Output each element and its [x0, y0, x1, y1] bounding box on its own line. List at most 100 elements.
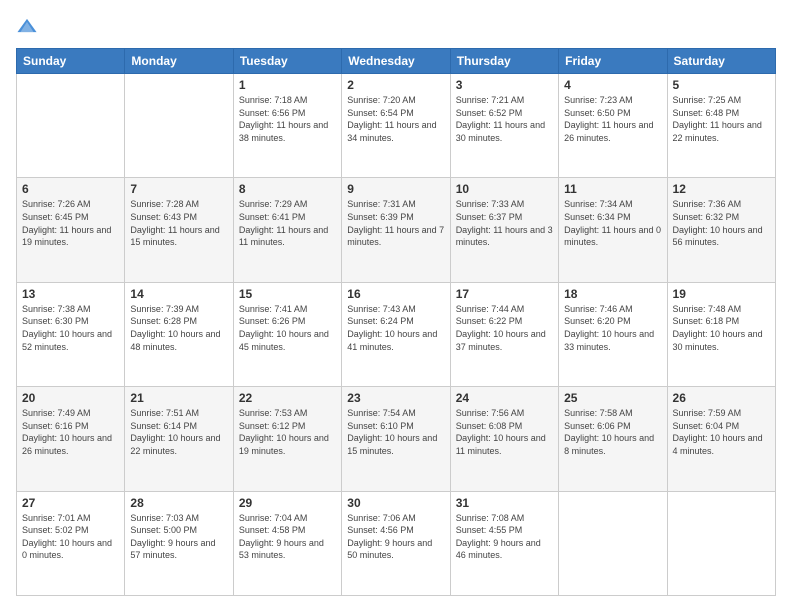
day-info: Sunrise: 7:33 AMSunset: 6:37 PMDaylight:…	[456, 198, 553, 248]
day-info: Sunrise: 7:44 AMSunset: 6:22 PMDaylight:…	[456, 303, 553, 353]
calendar-cell	[667, 491, 775, 595]
day-info: Sunrise: 7:43 AMSunset: 6:24 PMDaylight:…	[347, 303, 444, 353]
day-number: 31	[456, 496, 553, 510]
day-info: Sunrise: 7:51 AMSunset: 6:14 PMDaylight:…	[130, 407, 227, 457]
day-number: 10	[456, 182, 553, 196]
day-info: Sunrise: 7:04 AMSunset: 4:58 PMDaylight:…	[239, 512, 336, 562]
day-info: Sunrise: 7:53 AMSunset: 6:12 PMDaylight:…	[239, 407, 336, 457]
day-number: 17	[456, 287, 553, 301]
day-number: 29	[239, 496, 336, 510]
calendar-cell: 13Sunrise: 7:38 AMSunset: 6:30 PMDayligh…	[17, 282, 125, 386]
calendar-table: SundayMondayTuesdayWednesdayThursdayFrid…	[16, 48, 776, 596]
day-info: Sunrise: 7:48 AMSunset: 6:18 PMDaylight:…	[673, 303, 770, 353]
day-number: 22	[239, 391, 336, 405]
day-number: 11	[564, 182, 661, 196]
calendar-cell: 22 Sunrise: 7:53 AMSunset: 6:12 PMDayligh…	[233, 387, 341, 491]
calendar-header-wednesday: Wednesday	[342, 49, 450, 74]
day-number: 2	[347, 78, 444, 92]
day-info: Sunrise: 7:20 AMSunset: 6:54 PMDaylight:…	[347, 94, 444, 144]
day-info: Sunrise: 7:28 AMSunset: 6:43 PMDaylight:…	[130, 198, 227, 248]
calendar-header-row: SundayMondayTuesdayWednesdayThursdayFrid…	[17, 49, 776, 74]
calendar-cell: 28 Sunrise: 7:03 AMSunset: 5:00 PMDayligh…	[125, 491, 233, 595]
day-number: 4	[564, 78, 661, 92]
day-number: 15	[239, 287, 336, 301]
day-info: Sunrise: 7:08 AMSunset: 4:55 PMDaylight:…	[456, 512, 553, 562]
day-info: Sunrise: 7:34 AMSunset: 6:34 PMDaylight:…	[564, 198, 661, 248]
calendar-week-row: 6 Sunrise: 7:26 AMSunset: 6:45 PMDaylight…	[17, 178, 776, 282]
calendar-cell: 24 Sunrise: 7:56 AMSunset: 6:08 PMDayligh…	[450, 387, 558, 491]
day-number: 24	[456, 391, 553, 405]
calendar-header-friday: Friday	[559, 49, 667, 74]
calendar-week-row: 1Sunrise: 7:18 AMSunset: 6:56 PMDaylight…	[17, 74, 776, 178]
day-info: Sunrise: 7:31 AMSunset: 6:39 PMDaylight:…	[347, 198, 444, 248]
day-info: Sunrise: 7:06 AMSunset: 4:56 PMDaylight:…	[347, 512, 444, 562]
day-info: Sunrise: 7:36 AMSunset: 6:32 PMDaylight:…	[673, 198, 770, 248]
calendar-cell: 18Sunrise: 7:46 AMSunset: 6:20 PMDayligh…	[559, 282, 667, 386]
calendar-cell: 4 Sunrise: 7:23 AMSunset: 6:50 PMDaylight…	[559, 74, 667, 178]
calendar-cell: 3Sunrise: 7:21 AMSunset: 6:52 PMDaylight…	[450, 74, 558, 178]
calendar-cell: 15 Sunrise: 7:41 AMSunset: 6:26 PMDayligh…	[233, 282, 341, 386]
day-info: Sunrise: 7:41 AMSunset: 6:26 PMDaylight:…	[239, 303, 336, 353]
day-number: 7	[130, 182, 227, 196]
calendar-header-saturday: Saturday	[667, 49, 775, 74]
calendar-cell: 29 Sunrise: 7:04 AMSunset: 4:58 PMDayligh…	[233, 491, 341, 595]
day-info: Sunrise: 7:59 AMSunset: 6:04 PMDaylight:…	[673, 407, 770, 457]
day-info: Sunrise: 7:18 AMSunset: 6:56 PMDaylight:…	[239, 94, 336, 144]
day-info: Sunrise: 7:01 AMSunset: 5:02 PMDaylight:…	[22, 512, 119, 562]
day-number: 3	[456, 78, 553, 92]
logo-icon	[16, 16, 38, 38]
day-info: Sunrise: 7:23 AMSunset: 6:50 PMDaylight:…	[564, 94, 661, 144]
calendar-cell: 25 Sunrise: 7:58 AMSunset: 6:06 PMDayligh…	[559, 387, 667, 491]
day-info: Sunrise: 7:29 AMSunset: 6:41 PMDaylight:…	[239, 198, 336, 248]
day-number: 20	[22, 391, 119, 405]
calendar-cell: 16 Sunrise: 7:43 AMSunset: 6:24 PMDayligh…	[342, 282, 450, 386]
calendar-week-row: 20Sunrise: 7:49 AMSunset: 6:16 PMDayligh…	[17, 387, 776, 491]
header	[16, 16, 776, 38]
calendar-header-sunday: Sunday	[17, 49, 125, 74]
page: SundayMondayTuesdayWednesdayThursdayFrid…	[0, 0, 792, 612]
day-number: 18	[564, 287, 661, 301]
day-number: 6	[22, 182, 119, 196]
calendar-cell: 26 Sunrise: 7:59 AMSunset: 6:04 PMDayligh…	[667, 387, 775, 491]
day-number: 5	[673, 78, 770, 92]
day-number: 19	[673, 287, 770, 301]
day-number: 16	[347, 287, 444, 301]
day-number: 30	[347, 496, 444, 510]
calendar-cell	[17, 74, 125, 178]
calendar-cell: 9Sunrise: 7:31 AMSunset: 6:39 PMDaylight…	[342, 178, 450, 282]
day-number: 26	[673, 391, 770, 405]
day-number: 25	[564, 391, 661, 405]
calendar-cell	[125, 74, 233, 178]
day-info: Sunrise: 7:38 AMSunset: 6:30 PMDaylight:…	[22, 303, 119, 353]
day-info: Sunrise: 7:58 AMSunset: 6:06 PMDaylight:…	[564, 407, 661, 457]
day-info: Sunrise: 7:03 AMSunset: 5:00 PMDaylight:…	[130, 512, 227, 562]
day-number: 12	[673, 182, 770, 196]
calendar-header-tuesday: Tuesday	[233, 49, 341, 74]
calendar-cell: 6 Sunrise: 7:26 AMSunset: 6:45 PMDaylight…	[17, 178, 125, 282]
calendar-cell: 1Sunrise: 7:18 AMSunset: 6:56 PMDaylight…	[233, 74, 341, 178]
calendar-cell: 10 Sunrise: 7:33 AMSunset: 6:37 PMDayligh…	[450, 178, 558, 282]
day-number: 14	[130, 287, 227, 301]
calendar-cell: 31 Sunrise: 7:08 AMSunset: 4:55 PMDayligh…	[450, 491, 558, 595]
logo	[16, 16, 42, 38]
calendar-cell: 14Sunrise: 7:39 AMSunset: 6:28 PMDayligh…	[125, 282, 233, 386]
calendar-cell: 30 Sunrise: 7:06 AMSunset: 4:56 PMDayligh…	[342, 491, 450, 595]
day-info: Sunrise: 7:25 AMSunset: 6:48 PMDaylight:…	[673, 94, 770, 144]
calendar-week-row: 13Sunrise: 7:38 AMSunset: 6:30 PMDayligh…	[17, 282, 776, 386]
calendar-cell: 19 Sunrise: 7:48 AMSunset: 6:18 PMDayligh…	[667, 282, 775, 386]
calendar-header-monday: Monday	[125, 49, 233, 74]
calendar-header-thursday: Thursday	[450, 49, 558, 74]
day-number: 28	[130, 496, 227, 510]
day-number: 23	[347, 391, 444, 405]
calendar-cell: 7 Sunrise: 7:28 AMSunset: 6:43 PMDaylight…	[125, 178, 233, 282]
calendar-cell: 8Sunrise: 7:29 AMSunset: 6:41 PMDaylight…	[233, 178, 341, 282]
day-info: Sunrise: 7:26 AMSunset: 6:45 PMDaylight:…	[22, 198, 119, 248]
calendar-cell: 21 Sunrise: 7:51 AMSunset: 6:14 PMDayligh…	[125, 387, 233, 491]
calendar-week-row: 27 Sunrise: 7:01 AMSunset: 5:02 PMDayligh…	[17, 491, 776, 595]
day-number: 27	[22, 496, 119, 510]
calendar-cell: 12 Sunrise: 7:36 AMSunset: 6:32 PMDayligh…	[667, 178, 775, 282]
calendar-cell	[559, 491, 667, 595]
day-number: 21	[130, 391, 227, 405]
day-info: Sunrise: 7:56 AMSunset: 6:08 PMDaylight:…	[456, 407, 553, 457]
calendar-cell: 17 Sunrise: 7:44 AMSunset: 6:22 PMDayligh…	[450, 282, 558, 386]
